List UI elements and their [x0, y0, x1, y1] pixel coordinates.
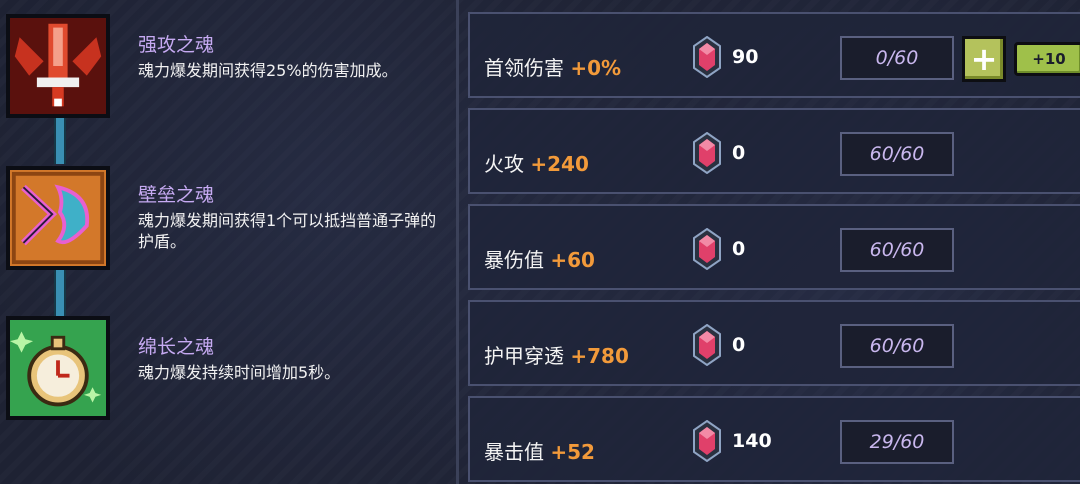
upgrade-plus10-button[interactable]: +10 [1014, 42, 1080, 76]
cost-value: 0 [732, 238, 746, 260]
upgrade-plus-button[interactable]: + [962, 36, 1006, 82]
soul-name: 绵长之魂 [138, 336, 215, 358]
stat-label: 暴伤值 +60 [484, 244, 595, 273]
stat-row-armor-penetration: 护甲穿透 +780 0 60/60 [468, 300, 1080, 386]
bulwark-soul-art [10, 170, 106, 266]
level-progress: 60/60 [840, 228, 954, 272]
soul-description: 魂力爆发持续时间增加5秒。 [138, 363, 341, 382]
gem-icon [692, 324, 722, 366]
cost-value: 90 [732, 46, 759, 68]
stat-name: 火攻 [484, 152, 524, 176]
stat-name: 暴击值 [484, 440, 544, 464]
soul-description: 魂力爆发期间获得1个可以抵挡普通子弹的护盾。 [138, 211, 437, 251]
gem-icon [692, 228, 722, 270]
level-progress: 0/60 [840, 36, 954, 80]
stat-bonus: +60 [550, 248, 595, 272]
stat-row-crit-damage: 暴伤值 +60 0 60/60 [468, 204, 1080, 290]
cost-value: 0 [732, 142, 746, 164]
stat-bonus: +240 [530, 152, 589, 176]
stat-bonus: +780 [570, 344, 629, 368]
stat-label: 首领伤害 +0% [484, 52, 621, 81]
cost-value: 0 [732, 334, 746, 356]
soul-connector [54, 270, 66, 316]
bulwark-soul-icon[interactable] [6, 166, 110, 270]
stopwatch-icon [10, 320, 106, 416]
soul-name: 强攻之魂 [138, 34, 215, 56]
level-progress: 60/60 [840, 132, 954, 176]
gem-icon [692, 420, 722, 462]
stat-bonus: +52 [550, 440, 595, 464]
stat-label: 护甲穿透 +780 [484, 340, 629, 369]
stat-row-boss-damage: 首领伤害 +0% 90 0/60 + +10 [468, 12, 1080, 98]
stat-row-fire-attack: 火攻 +240 0 60/60 [468, 108, 1080, 194]
level-progress: 60/60 [840, 324, 954, 368]
stat-row-crit-rate: 暴击值 +52 140 29/60 [468, 396, 1080, 482]
soul-connector [54, 118, 66, 164]
attack-soul-art [10, 18, 106, 114]
stat-label: 暴击值 +52 [484, 436, 595, 465]
stat-bonus: +0% [570, 56, 622, 80]
level-progress: 29/60 [840, 420, 954, 464]
gem-icon [692, 36, 722, 78]
panel-divider [456, 0, 459, 484]
duration-soul-icon[interactable] [6, 316, 110, 420]
stat-name: 首领伤害 [484, 56, 564, 80]
stat-name: 暴伤值 [484, 248, 544, 272]
attack-soul-icon[interactable] [6, 14, 110, 118]
stat-name: 护甲穿透 [484, 344, 564, 368]
soul-description: 魂力爆发期间获得25%的伤害加成。 [138, 61, 398, 80]
cost-value: 140 [732, 430, 772, 452]
gem-icon [692, 132, 722, 174]
stat-label: 火攻 +240 [484, 148, 589, 177]
soul-name: 壁垒之魂 [138, 184, 215, 206]
